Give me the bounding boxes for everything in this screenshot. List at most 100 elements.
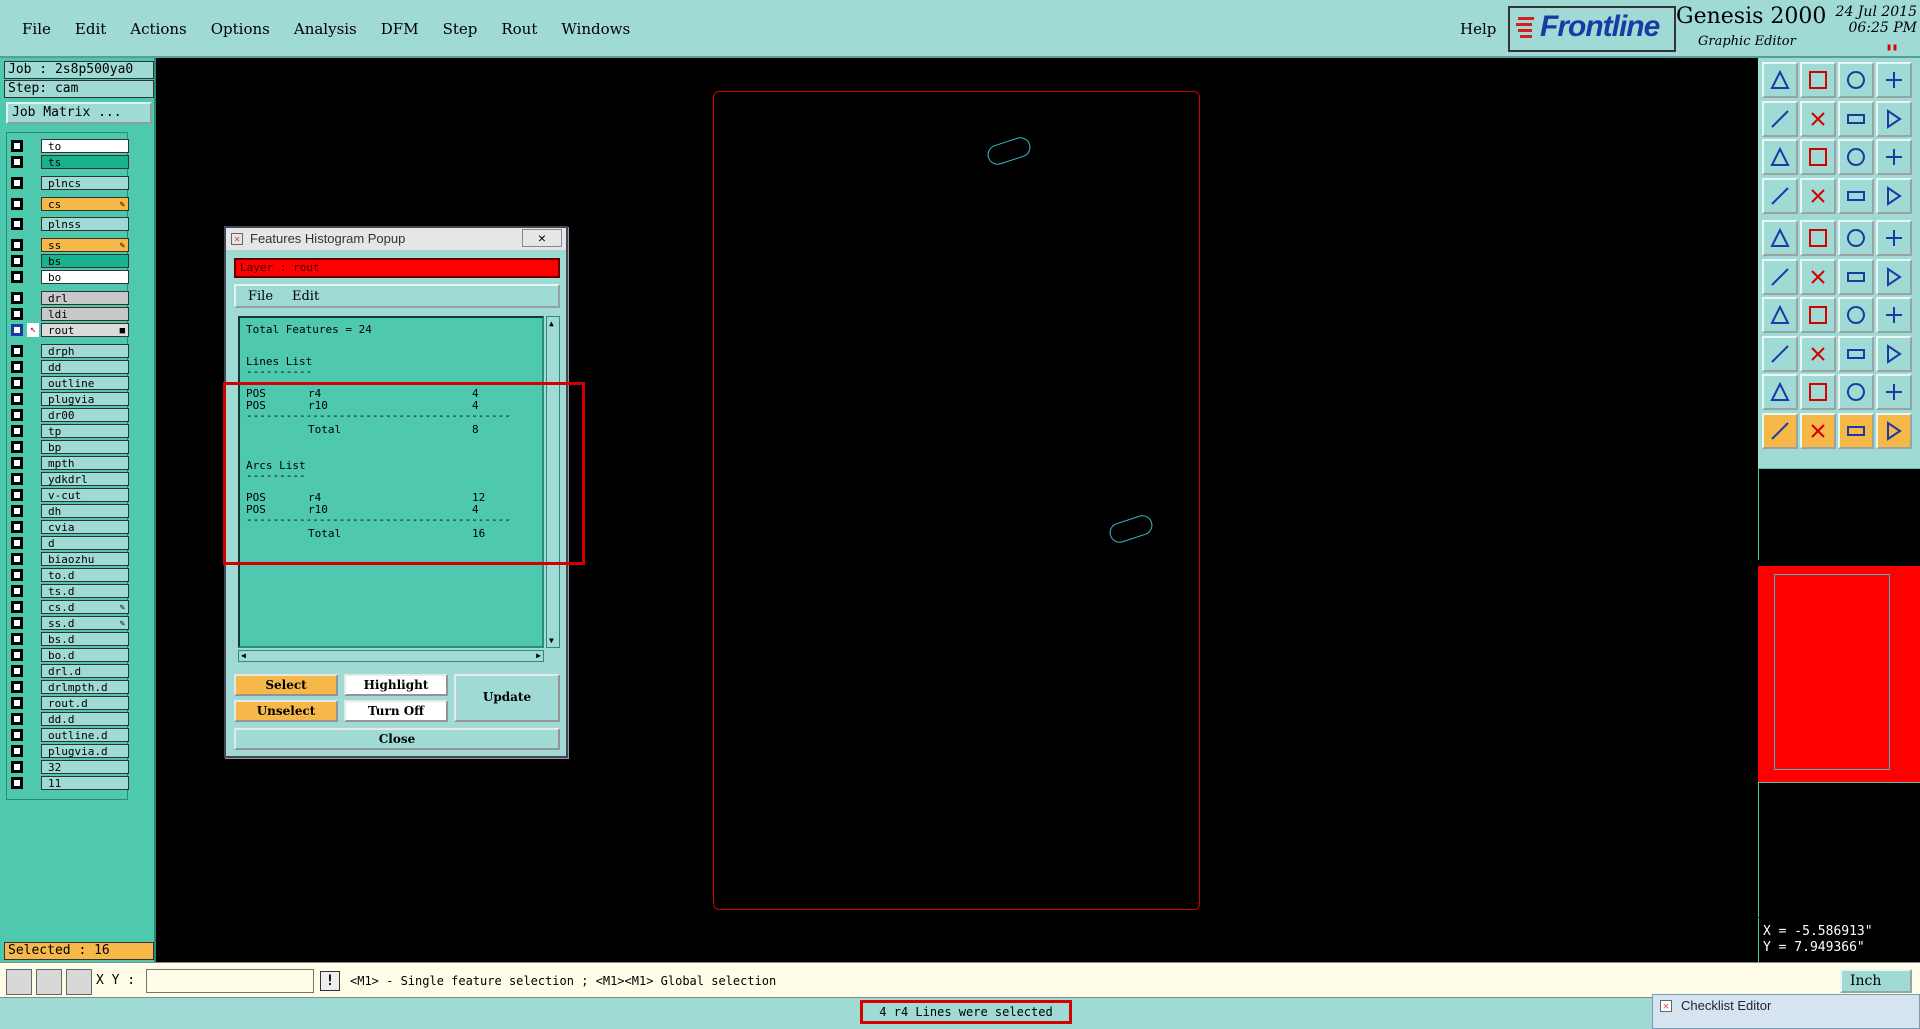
layer-row[interactable]: bo bbox=[7, 270, 129, 285]
layer-name[interactable]: plnss bbox=[41, 217, 129, 232]
layer-row[interactable]: rout.d bbox=[7, 695, 129, 710]
menu-windows[interactable]: Windows bbox=[549, 18, 642, 42]
close-icon[interactable]: × bbox=[522, 229, 562, 247]
layer-name[interactable]: ss ✎ bbox=[41, 238, 129, 253]
triangle-plus-icon[interactable] bbox=[1838, 374, 1874, 410]
layer-checkbox[interactable] bbox=[11, 392, 23, 405]
layer-pairs-icon[interactable] bbox=[1838, 177, 1874, 214]
layer-checkbox[interactable] bbox=[11, 632, 23, 645]
zoom-left-icon[interactable] bbox=[1762, 100, 1798, 137]
layer-name[interactable]: ss.d ✎ bbox=[41, 615, 129, 630]
layer-checkbox[interactable] bbox=[11, 218, 23, 231]
layer-row[interactable]: plugvia bbox=[7, 391, 129, 406]
layer-row[interactable]: bs bbox=[7, 254, 129, 269]
layer-name[interactable]: 11 bbox=[41, 775, 129, 790]
layer-checkbox[interactable] bbox=[11, 504, 23, 517]
layer-row[interactable]: dd.d bbox=[7, 711, 129, 726]
layer-name[interactable]: bo.d bbox=[41, 647, 129, 662]
layer-checkbox[interactable] bbox=[11, 760, 23, 773]
menu-options[interactable]: Options bbox=[199, 18, 282, 42]
layer-checkbox[interactable] bbox=[11, 776, 23, 789]
layer-checkbox[interactable] bbox=[11, 440, 23, 453]
line-node-icon[interactable] bbox=[1876, 258, 1912, 295]
help-icon[interactable] bbox=[1876, 139, 1912, 175]
triangle-icon[interactable] bbox=[1762, 374, 1798, 410]
layer-checkbox[interactable] bbox=[11, 744, 23, 757]
layer-checkbox[interactable] bbox=[11, 156, 23, 168]
open-job-icon[interactable] bbox=[1762, 62, 1798, 98]
layer-name[interactable]: mpth bbox=[41, 455, 129, 470]
home-icon[interactable] bbox=[1838, 62, 1874, 98]
pointer-icon[interactable] bbox=[1762, 412, 1798, 449]
menu-help[interactable]: Help bbox=[1460, 18, 1496, 40]
layer-name[interactable]: tp bbox=[41, 423, 129, 438]
layer-checkbox[interactable] bbox=[11, 424, 23, 437]
layer-row[interactable]: ts bbox=[7, 155, 129, 169]
layer-row[interactable]: cs.d ✎ bbox=[7, 599, 129, 614]
layer-row[interactable]: cs ✎ bbox=[7, 196, 129, 211]
layer-checkbox[interactable] bbox=[11, 568, 23, 581]
layer-name[interactable]: plugvia bbox=[41, 391, 129, 406]
layer-row[interactable]: dr00 bbox=[7, 407, 129, 422]
layer-checkbox[interactable] bbox=[11, 255, 23, 268]
layer-checkbox[interactable] bbox=[11, 728, 23, 741]
line-pad-icon[interactable] bbox=[1838, 258, 1874, 295]
layer-name[interactable]: outline.d bbox=[41, 727, 129, 742]
zoom-right-icon[interactable] bbox=[1800, 100, 1836, 137]
layer-checkbox[interactable] bbox=[11, 488, 23, 501]
layer-checkbox[interactable] bbox=[11, 552, 23, 565]
scroll-down-icon[interactable]: ▼ bbox=[549, 636, 554, 645]
job-matrix-button[interactable]: Job Matrix ... bbox=[6, 102, 152, 124]
minus-icon[interactable] bbox=[1800, 335, 1836, 372]
layer-checkbox[interactable] bbox=[11, 696, 23, 709]
layer-row[interactable]: ts.d bbox=[7, 583, 129, 598]
layer-checkbox[interactable] bbox=[11, 344, 23, 357]
arc-icon[interactable] bbox=[1800, 374, 1836, 410]
highlight-button[interactable]: Highlight bbox=[344, 674, 448, 696]
update-button[interactable]: Update bbox=[454, 674, 560, 722]
popup-menu-file[interactable]: File bbox=[248, 289, 273, 304]
layer-name[interactable]: dd bbox=[41, 359, 129, 374]
rotate-icon[interactable] bbox=[1838, 297, 1874, 333]
xy-input[interactable] bbox=[146, 969, 314, 993]
align-icon[interactable] bbox=[1876, 297, 1912, 333]
move-icon[interactable] bbox=[1800, 258, 1836, 295]
circle-icon[interactable] bbox=[1876, 220, 1912, 256]
layer-name[interactable]: outline bbox=[41, 375, 129, 390]
layer-name[interactable]: bs bbox=[41, 254, 129, 269]
layout-icon[interactable] bbox=[1876, 62, 1912, 98]
layer-checkbox[interactable] bbox=[11, 271, 23, 284]
layer-name[interactable]: bo bbox=[41, 270, 129, 285]
unit-select[interactable]: Inch bbox=[1840, 969, 1912, 993]
measure-icon[interactable] bbox=[36, 969, 62, 995]
layer-name[interactable]: plugvia.d bbox=[41, 743, 129, 758]
layer-checkbox[interactable] bbox=[11, 408, 23, 421]
add-pad-icon[interactable] bbox=[1762, 335, 1798, 372]
dimension-icon[interactable] bbox=[1838, 335, 1874, 372]
layer-name[interactable]: ldi bbox=[41, 307, 129, 321]
layer-row[interactable]: ydkdrl bbox=[7, 471, 129, 486]
layer-checkbox[interactable] bbox=[11, 616, 23, 629]
pad-icon[interactable] bbox=[1762, 220, 1798, 256]
layer-checkbox[interactable] bbox=[11, 648, 23, 661]
layer-checkbox[interactable] bbox=[11, 324, 23, 336]
save-icon[interactable] bbox=[1800, 62, 1836, 98]
popup-menu-edit[interactable]: Edit bbox=[292, 289, 319, 304]
layer-row[interactable]: outline bbox=[7, 375, 129, 390]
layer-checkbox[interactable] bbox=[11, 239, 23, 252]
layer-row[interactable]: dd bbox=[7, 359, 129, 374]
scroll-left-icon[interactable]: ◀ bbox=[241, 651, 246, 660]
layer-row[interactable]: drl.d bbox=[7, 663, 129, 678]
close-button[interactable]: Close bbox=[234, 728, 560, 750]
layer-row[interactable]: cvia bbox=[7, 519, 129, 534]
fit-icon[interactable] bbox=[1762, 139, 1798, 175]
zoom-box-icon[interactable] bbox=[6, 969, 32, 995]
layer-name[interactable]: ts bbox=[41, 155, 129, 169]
layer-name[interactable]: rout ■ bbox=[41, 323, 129, 337]
draw-line-icon[interactable] bbox=[1762, 297, 1798, 333]
menu-step[interactable]: Step bbox=[431, 18, 490, 42]
unselect-button[interactable]: Unselect bbox=[234, 700, 338, 722]
layer-row[interactable]: to.d bbox=[7, 567, 129, 582]
layer-row[interactable]: bs.d bbox=[7, 631, 129, 646]
scroll-up-icon[interactable]: ▲ bbox=[549, 319, 554, 328]
